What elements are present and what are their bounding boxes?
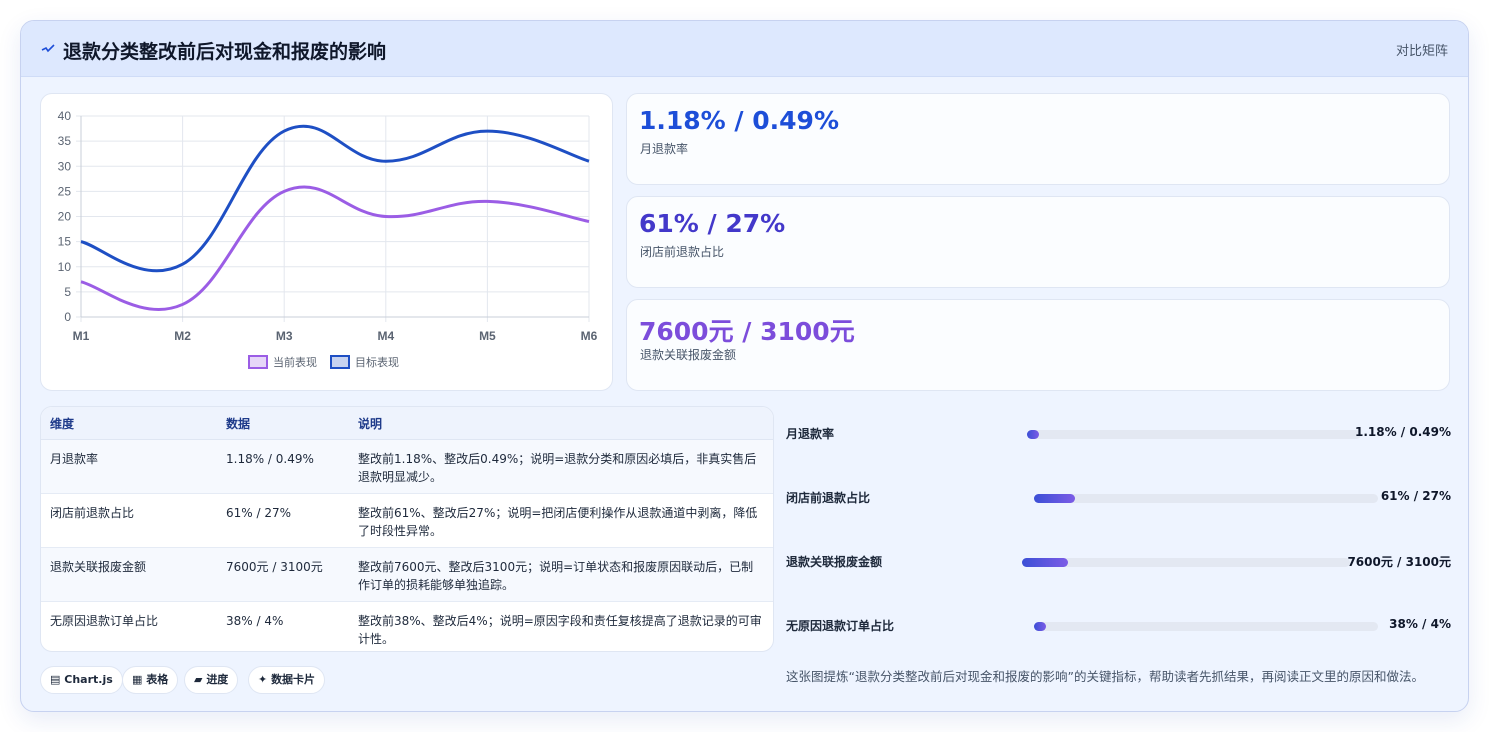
- kpi-value: 61% / 27%: [639, 209, 786, 238]
- table-cell: 38% / 4%: [226, 614, 284, 628]
- chip-label: Chart.js: [64, 673, 113, 686]
- kpi-label: 闭店前退款占比: [640, 245, 725, 259]
- table-cell: 整改前7600元、整改后3100元；说明=订单状态和报废原因联动后，已制作订单的…: [349, 547, 773, 602]
- progress-fill: [1022, 558, 1068, 567]
- table-icon: ▦: [132, 673, 143, 686]
- progress-value: 1.18% / 0.49%: [1355, 425, 1451, 439]
- kpi-card-preclose-share: 61% / 27% 闭店前退款占比: [626, 196, 1450, 288]
- table-row: 闭店前退款占比 61% / 27% 整改前61%、整改后27%；说明=把闭店便利…: [41, 493, 773, 548]
- footnote: 这张图提炼“退款分类整改前后对现金和报废的影响”的关键指标，帮助读者先抓结果，再…: [786, 669, 1424, 684]
- chart-icon: ▤: [50, 673, 61, 686]
- progress-value: 38% / 4%: [1389, 617, 1451, 631]
- legend-label: 当前表现: [273, 355, 317, 369]
- chip-label: 数据卡片: [271, 673, 316, 686]
- progress-track: [1034, 494, 1378, 503]
- page-title: 退款分类整改前后对现金和报废的影响: [63, 41, 387, 63]
- progress-value: 61% / 27%: [1380, 489, 1451, 503]
- y-tick-label: 40: [58, 109, 72, 123]
- progress-row: 月退款率 1.18% / 0.49%: [786, 423, 1451, 443]
- kpi-card-scrap-amount: 7600元 / 3100元 退款关联报废金额: [626, 299, 1450, 391]
- kpi-value: 1.18% / 0.49%: [639, 106, 839, 135]
- y-tick-label: 20: [58, 210, 72, 224]
- y-tick-label: 5: [64, 285, 71, 299]
- x-tick-label: M3: [276, 329, 293, 343]
- kpi-label: 退款关联报废金额: [640, 348, 737, 362]
- progress-fill: [1034, 494, 1076, 503]
- progress-row: 闭店前退款占比 61% / 27%: [786, 487, 1451, 507]
- table-cell: 无原因退款订单占比: [50, 614, 159, 628]
- table-cell: 整改前1.18%、整改后0.49%；说明=退款分类和原因必填后，非真实售后退款明…: [349, 439, 773, 494]
- y-tick-label: 35: [58, 134, 72, 148]
- legend-swatch: [330, 355, 350, 369]
- y-tick-label: 10: [58, 260, 72, 274]
- table-header-row: 维度 数据 说明: [41, 407, 773, 440]
- progress-track: [1034, 622, 1378, 631]
- legend-swatch: [248, 355, 268, 369]
- report-card: 退款分类整改前后对现金和报废的影响 对比矩阵 0 5 10 15 20 25 30 35 40 M…: [20, 20, 1469, 712]
- progress-value: 7600元 / 3100元: [1347, 555, 1451, 569]
- y-tick-label: 15: [58, 235, 72, 249]
- progress-fill: [1034, 622, 1047, 631]
- chip-label: 进度: [206, 673, 229, 686]
- series-line-2: [80, 124, 590, 273]
- kpi-value: 7600元 / 3100元: [639, 317, 855, 346]
- chip-chartjs[interactable]: ▤ Chart.js: [40, 666, 123, 694]
- table-cell: 整改前61%、整改后27%；说明=把闭店便利操作从退款通道中剥离，降低了时段性异…: [349, 493, 773, 548]
- progress-row: 无原因退款订单占比 38% / 4%: [786, 615, 1451, 635]
- table-cell: 闭店前退款占比: [41, 493, 217, 548]
- table-cell: 月退款率: [41, 439, 217, 494]
- sparkle-icon: ✦: [258, 673, 268, 686]
- table-cell: 61% / 27%: [217, 493, 349, 548]
- table-row: 无原因退款订单占比 38% / 4% 整改前38%、整改后4%；说明=原因字段和…: [41, 602, 773, 652]
- kpi-label: 月退款率: [640, 142, 689, 156]
- table-cell: 1.18% / 0.49%: [217, 439, 349, 494]
- progress-label: 无原因退款订单占比: [786, 619, 895, 633]
- x-tick-label: M6: [581, 329, 598, 343]
- column-header: 维度: [41, 407, 217, 440]
- line-chart-panel: 0 5 10 15 20 25 30 35 40 M1 M2 M3 M4 M5 M6 当前表现 目标表现: [40, 93, 613, 391]
- table-cell: 7600元 / 3100元: [217, 547, 349, 602]
- legend-label: 目标表现: [355, 355, 399, 369]
- pulse-icon: [41, 44, 55, 53]
- progress-label: 闭店前退款占比: [786, 491, 871, 505]
- chip-table[interactable]: ▦ 表格: [122, 666, 179, 694]
- chip-data-card[interactable]: ✦ 数据卡片: [248, 666, 326, 694]
- progress-icon: ▰: [194, 673, 203, 686]
- kpi-card-refund-rate: 1.18% / 0.49% 月退款率: [626, 93, 1450, 185]
- table-row: 退款关联报废金额 7600元 / 3100元 整改前7600元、整改后3100元…: [41, 547, 773, 602]
- column-header: 数据: [217, 407, 349, 440]
- chip-label: 表格: [146, 673, 169, 686]
- table-row: 月退款率 1.18% / 0.49% 整改前1.18%、整改后0.49%；说明=…: [41, 439, 773, 494]
- line-chart: 0 5 10 15 20 25 30 35 40 M1 M2 M3 M4 M5 M6 当前表现 目标表现: [58, 109, 598, 369]
- comparison-table: 维度 数据 说明 月退款率 1.18% / 0.49% 整改前1.18%、整改后…: [40, 406, 774, 652]
- y-tick-label: 30: [58, 159, 72, 173]
- table-cell: 整改前38%、整改后4%；说明=原因字段和责任复核提高了退款记录的可审计性。: [358, 614, 762, 646]
- table-cell: 退款关联报废金额: [41, 547, 217, 602]
- card-header: 退款分类整改前后对现金和报废的影响 对比矩阵: [21, 21, 1468, 77]
- column-header: 说明: [349, 407, 773, 440]
- x-tick-label: M4: [377, 329, 394, 343]
- progress-label: 月退款率: [786, 427, 835, 441]
- series-line-1: [80, 185, 590, 311]
- compare-matrix-link[interactable]: 对比矩阵: [1396, 40, 1448, 59]
- chip-progress[interactable]: ▰ 进度: [184, 666, 239, 694]
- progress-track: [1022, 558, 1350, 567]
- y-tick-label: 25: [58, 184, 72, 198]
- y-tick-label: 0: [64, 310, 71, 324]
- progress-label: 退款关联报废金额: [786, 555, 883, 569]
- progress-row: 退款关联报废金额 7600元 / 3100元: [786, 551, 1451, 571]
- progress-track: [1027, 430, 1361, 439]
- x-tick-label: M5: [479, 329, 496, 343]
- progress-fill: [1027, 430, 1039, 439]
- x-tick-label: M2: [174, 329, 191, 343]
- x-tick-label: M1: [73, 329, 90, 343]
